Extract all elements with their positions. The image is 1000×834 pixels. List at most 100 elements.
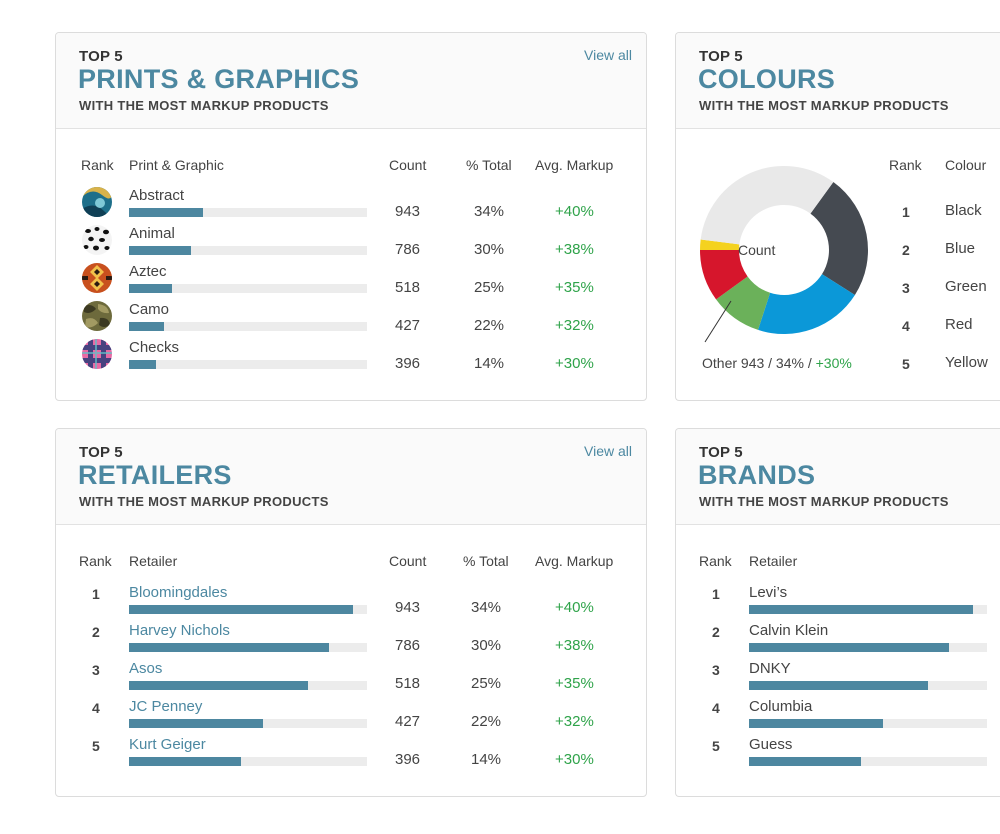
- brands-card: TOP 5 BRANDS WITH THE MOST MARKUP PRODUC…: [675, 428, 1000, 797]
- markup-value: +30%: [555, 751, 594, 768]
- rank-value: 3: [902, 280, 910, 296]
- retailers-bar-fill: [129, 605, 353, 614]
- rank-value: 1: [92, 586, 100, 602]
- brands-bar-fill: [749, 681, 928, 690]
- retailer-link[interactable]: JC Penney: [129, 698, 202, 715]
- prints-view-all-link[interactable]: View all: [584, 47, 632, 63]
- retailers-bar-fill: [129, 719, 264, 728]
- count-value: 427: [395, 713, 421, 730]
- brand-name: Columbia: [749, 698, 813, 715]
- prints-subtitle: WITH THE MOST MARKUP PRODUCTS: [79, 98, 329, 113]
- retailers-bar-fill: [129, 757, 241, 766]
- markup-value: +32%: [555, 317, 594, 334]
- prints-title: PRINTS & GRAPHICS: [78, 64, 360, 94]
- brands-bar-track: [749, 681, 987, 690]
- total-value: 25%: [474, 279, 505, 296]
- colours-card: TOP 5 COLOURS WITH THE MOST MARKUP PRODU…: [675, 32, 1000, 401]
- list-item-label: Animal: [129, 225, 175, 242]
- colours-subtitle: WITH THE MOST MARKUP PRODUCTS: [699, 98, 949, 113]
- retailers-bar-fill: [129, 681, 308, 690]
- rank-value: 2: [902, 242, 910, 258]
- retailers-bar-track: [129, 605, 367, 614]
- count-value: 943: [395, 599, 421, 616]
- rank-value: 4: [92, 700, 100, 716]
- total-value: 34%: [471, 599, 502, 616]
- count-value: 396: [395, 355, 421, 372]
- retailer-link[interactable]: Bloomingdales: [129, 584, 227, 601]
- brand-name: DNKY: [749, 660, 791, 677]
- count-value: 427: [395, 317, 421, 334]
- retailers-bar-track: [129, 681, 367, 690]
- count-value: 396: [395, 751, 421, 768]
- colour-name: Blue: [945, 240, 976, 257]
- rank-value: 3: [712, 662, 720, 678]
- retailers-title: RETAILERS: [78, 460, 232, 490]
- rank-value: 4: [712, 700, 720, 716]
- rank-value: 5: [902, 356, 910, 372]
- prints-col-count: Count: [389, 157, 427, 173]
- count-value: 518: [395, 675, 421, 692]
- total-value: 34%: [474, 203, 505, 220]
- total-value: 22%: [471, 713, 502, 730]
- brands-bar-track: [749, 719, 987, 728]
- retailer-link[interactable]: Harvey Nichols: [129, 622, 230, 639]
- colour-name: Black: [945, 202, 982, 219]
- aztec-swatch-icon: [82, 263, 112, 293]
- retailer-link[interactable]: Asos: [129, 660, 162, 677]
- total-value: 22%: [474, 317, 505, 334]
- retailers-bar-track: [129, 643, 367, 652]
- prints-bar-fill: [129, 284, 172, 293]
- total-value: 14%: [471, 751, 502, 768]
- donut-segment-other: [700, 166, 834, 245]
- retailers-col-total: % Total: [463, 553, 509, 569]
- colours-col-rank: Rank: [889, 157, 922, 173]
- brands-bar-track: [749, 643, 987, 652]
- retailers-card-header: TOP 5 RETAILERS WITH THE MOST MARKUP PRO…: [56, 429, 646, 525]
- list-item-label: Checks: [129, 339, 180, 356]
- markup-value: +38%: [555, 637, 594, 654]
- markup-value: +38%: [555, 241, 594, 258]
- prints-bar-fill: [129, 360, 157, 369]
- retailers-bar-track: [129, 757, 367, 766]
- retailers-card: TOP 5 RETAILERS WITH THE MOST MARKUP PRO…: [55, 428, 647, 797]
- retailer-link[interactable]: Kurt Geiger: [129, 736, 206, 753]
- retailers-top-label: TOP 5: [79, 444, 123, 461]
- rank-value: 3: [92, 662, 100, 678]
- retailers-view-all-link[interactable]: View all: [584, 443, 632, 459]
- camo-swatch-icon: [82, 301, 112, 331]
- brands-bar-fill: [749, 757, 861, 766]
- donut-other-annotation: Other 943 / 34% / +30%: [702, 355, 852, 371]
- rank-value: 4: [902, 318, 910, 334]
- count-value: 786: [395, 637, 421, 654]
- colour-name: Yellow: [945, 354, 988, 371]
- prints-col-rank: Rank: [81, 157, 114, 173]
- retailers-col-markup: Avg. Markup: [535, 553, 614, 569]
- brands-top-label: TOP 5: [699, 444, 743, 461]
- colours-donut-chart: [700, 166, 868, 343]
- animal-swatch-icon: [82, 225, 112, 255]
- donut-other-markup: +30%: [815, 355, 852, 371]
- retailers-col-count: Count: [389, 553, 427, 569]
- prints-bar-track: [129, 208, 367, 217]
- markup-value: +35%: [555, 279, 594, 296]
- colours-col-item: Colour: [945, 157, 987, 173]
- rank-value: 5: [92, 738, 100, 754]
- brand-name: Levi’s: [749, 584, 788, 601]
- total-value: 30%: [474, 241, 505, 258]
- markup-value: +30%: [555, 355, 594, 372]
- prints-bar-fill: [129, 208, 203, 217]
- prints-card-header: TOP 5 PRINTS & GRAPHICS WITH THE MOST MA…: [56, 33, 646, 129]
- prints-card: TOP 5 PRINTS & GRAPHICS WITH THE MOST MA…: [55, 32, 647, 401]
- markup-value: +40%: [555, 599, 594, 616]
- abstract-swatch-icon: [82, 187, 112, 217]
- brand-name: Guess: [749, 736, 793, 753]
- retailers-bar-fill: [129, 643, 329, 652]
- rank-value: 1: [902, 204, 910, 220]
- prints-bar-track: [129, 246, 367, 255]
- list-item-label: Camo: [129, 301, 170, 318]
- brands-bar-fill: [749, 605, 973, 614]
- retailers-subtitle: WITH THE MOST MARKUP PRODUCTS: [79, 494, 329, 509]
- count-value: 786: [395, 241, 421, 258]
- colours-top-label: TOP 5: [699, 48, 743, 65]
- markup-value: +35%: [555, 675, 594, 692]
